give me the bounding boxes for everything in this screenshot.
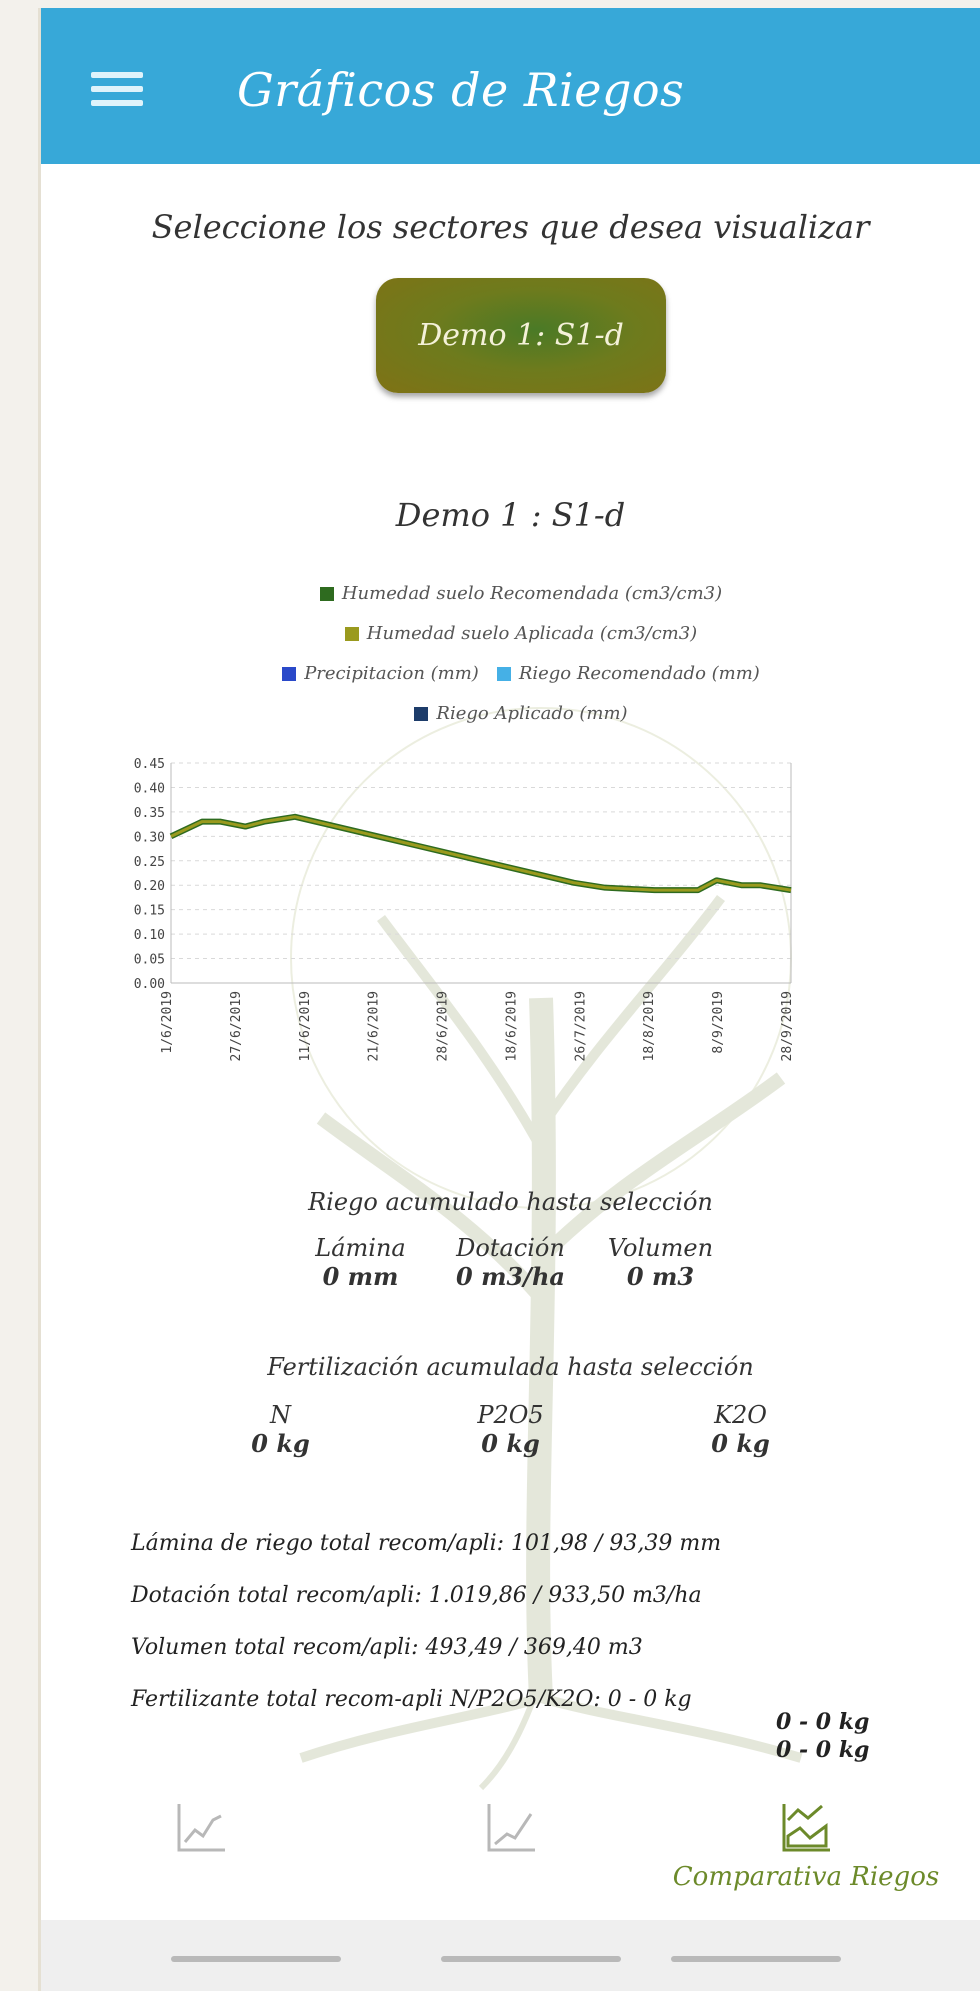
- riego-heading: Riego acumulado hasta selección: [308, 1188, 713, 1216]
- legend-item[interactable]: Precipitacion (mm): [282, 654, 479, 694]
- sector-button-demo[interactable]: Demo 1: S1-d: [376, 278, 666, 393]
- legend-label: Riego Recomendado (mm): [518, 663, 760, 684]
- y-tick-label: 0.25: [134, 855, 165, 870]
- fert-heading: Fertilización acumulada hasta selección: [267, 1353, 754, 1381]
- nav-item-graph-1[interactable]: [51, 1798, 351, 1862]
- legend-swatch-icon: [282, 667, 297, 681]
- bottom-nav: Comparativa Riegos: [41, 1798, 980, 1918]
- y-tick-label: 0.15: [134, 904, 165, 919]
- fert-line-3: 0 - 0 kg: [776, 1737, 870, 1763]
- y-tick-label: 0.45: [134, 757, 165, 772]
- system-back-icon[interactable]: [171, 1956, 341, 1962]
- legend-item[interactable]: Humedad suelo Aplicada (cm3/cm3): [344, 614, 698, 654]
- app-title: Gráficos de Riegos: [237, 63, 685, 117]
- y-tick-label: 0.40: [134, 781, 165, 796]
- legend-swatch-icon: [496, 667, 511, 681]
- y-tick-label: 0.00: [134, 977, 165, 992]
- x-tick-label: 28/9/2019: [780, 991, 795, 1061]
- chart-title: Demo 1 : S1-d: [395, 496, 626, 534]
- menu-icon[interactable]: [91, 72, 143, 110]
- riego-summary: Riego acumulado hasta selección Lámina 0…: [41, 1188, 980, 1291]
- fert-line-2: 0 - 0 kg: [776, 1709, 870, 1735]
- series-line: [170, 815, 792, 892]
- app-bar: Gráficos de Riegos: [41, 8, 980, 164]
- moisture-chart[interactable]: 0.45 0.40 0.35 0.30 0.25 0.20 0.15 0.10 0.05 0.00…: [101, 743, 931, 1173]
- legend-swatch-icon: [344, 627, 359, 641]
- fert-extra-values: 0 - 0 kg 0 - 0 kg: [776, 1708, 869, 1764]
- trend-chart-icon: [487, 1804, 535, 1852]
- y-tick-label: 0.35: [134, 806, 165, 821]
- legend-label: Riego Aplicado (mm): [436, 703, 628, 724]
- fert-col-label: N: [270, 1401, 291, 1429]
- legend-swatch-icon: [319, 587, 334, 601]
- y-tick-label: 0.05: [134, 953, 165, 968]
- total-fertilizante: Fertilizante total recom-apli N/P2O5/K2O…: [131, 1687, 692, 1712]
- x-tick-label: 18/6/2019: [504, 991, 519, 1061]
- riego-col-label: Lámina: [315, 1234, 406, 1262]
- legend-label: Humedad suelo Recomendada (cm3/cm3): [341, 583, 723, 604]
- nav-label-comparativa: Comparativa Riegos: [672, 1862, 940, 1892]
- x-tick-label: 26/7/2019: [573, 991, 588, 1061]
- chart-legend: Humedad suelo Recomendada (cm3/cm3) Hume…: [161, 574, 881, 734]
- legend-label: Precipitacion (mm): [304, 663, 479, 684]
- totals-block: Lámina de riego total recom/apli: 101,98…: [131, 1518, 721, 1726]
- phone-screen: Gráficos de Riegos Seleccione los sector…: [38, 8, 980, 1991]
- x-tick-label: 28/6/2019: [436, 991, 451, 1061]
- legend-item[interactable]: Riego Recomendado (mm): [496, 654, 760, 694]
- system-home-icon[interactable]: [441, 1956, 621, 1962]
- system-recents-icon[interactable]: [671, 1956, 841, 1962]
- sector-instruction: Seleccione los sectores que desea visual…: [151, 208, 870, 246]
- riego-col-value: 0 m3/ha: [456, 1262, 565, 1291]
- y-tick-label: 0.10: [134, 928, 165, 943]
- fert-col-value: 0 kg: [481, 1429, 540, 1458]
- legend-item[interactable]: Humedad suelo Recomendada (cm3/cm3): [319, 574, 723, 614]
- riego-col-value: 0 mm: [322, 1262, 399, 1291]
- legend-item[interactable]: Riego Aplicado (mm): [414, 694, 628, 734]
- legend-swatch-icon: [414, 707, 429, 721]
- riego-col-label: Volumen: [607, 1234, 714, 1262]
- fert-summary: Fertilización acumulada hasta selección …: [41, 1353, 980, 1458]
- series-line: [169, 813, 792, 894]
- total-volumen: Volumen total recom/apli: 493,49 / 369,4…: [131, 1635, 643, 1660]
- y-tick-label: 0.30: [134, 830, 165, 845]
- fert-col-label: K2O: [714, 1401, 767, 1429]
- fert-col-value: 0 kg: [711, 1429, 770, 1458]
- nav-item-comparativa[interactable]: Comparativa Riegos: [656, 1798, 956, 1892]
- x-tick-label: 27/6/2019: [229, 991, 244, 1061]
- legend-label: Humedad suelo Aplicada (cm3/cm3): [366, 623, 698, 644]
- area-chart-icon: [782, 1804, 830, 1852]
- system-nav-bar: [41, 1920, 980, 1991]
- total-dotacion: Dotación total recom/apli: 1.019,86 / 93…: [131, 1583, 702, 1608]
- y-tick-label: 0.20: [134, 879, 165, 894]
- nav-item-graph-2[interactable]: [361, 1798, 661, 1862]
- fert-col-label: P2O5: [477, 1401, 544, 1429]
- total-lamina: Lámina de riego total recom/apli: 101,98…: [131, 1531, 722, 1556]
- riego-col-label: Dotación: [456, 1234, 565, 1262]
- riego-col-value: 0 m3: [626, 1262, 695, 1291]
- line-chart-icon: [177, 1804, 225, 1852]
- fert-col-value: 0 kg: [251, 1429, 310, 1458]
- x-tick-label: 21/6/2019: [367, 991, 382, 1061]
- x-tick-label: 18/8/2019: [642, 991, 657, 1061]
- x-tick-label: 11/6/2019: [298, 991, 313, 1061]
- x-tick-label: 1/6/2019: [160, 991, 175, 1054]
- x-tick-label: 8/9/2019: [711, 991, 726, 1054]
